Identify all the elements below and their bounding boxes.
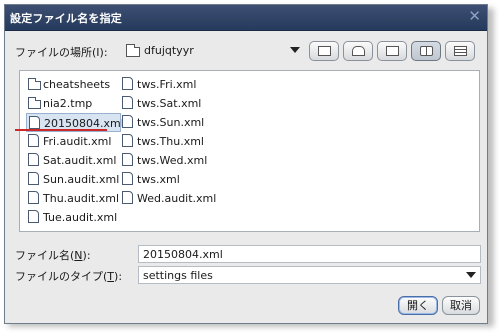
list-item-label: Fri.audit.xml: [43, 135, 112, 148]
folder-icon: [126, 44, 140, 57]
details-view-icon: [454, 46, 467, 56]
file-icon: [28, 210, 39, 223]
list-item-label: Tue.audit.xml: [43, 211, 118, 224]
file-icon: [122, 153, 133, 166]
chevron-down-icon[interactable]: [466, 272, 476, 278]
up-folder-icon: [318, 46, 331, 56]
location-combobox[interactable]: dfujqtyyr: [122, 41, 306, 61]
file-icon: [28, 172, 39, 185]
file-chooser-dialog: 設定ファイル名を指定 ✕ ファイルの場所(I): dfujqtyyr cheat…: [4, 4, 488, 324]
list-item[interactable]: Thu.audit.xml: [26, 189, 122, 208]
list-item-label: nia2.tmp: [43, 97, 93, 110]
home-button[interactable]: [343, 41, 373, 61]
file-icon: [122, 77, 133, 90]
list-view-button[interactable]: [411, 41, 441, 61]
list-item-label: tws.xml: [137, 173, 180, 186]
filename-label: ファイル名(N):: [15, 249, 91, 262]
list-item[interactable]: cheatsheets: [26, 75, 122, 94]
list-item[interactable]: tws.Sun.xml: [120, 113, 230, 132]
folder-icon: [28, 78, 41, 90]
list-item[interactable]: tws.Sat.xml: [120, 94, 230, 113]
file-icon: [29, 116, 40, 129]
home-icon: [352, 46, 365, 56]
location-label: ファイルの場所(I):: [15, 46, 108, 59]
new-folder-icon: [386, 46, 399, 56]
chevron-down-icon[interactable]: [290, 47, 300, 53]
list-item-label: tws.Wed.xml: [137, 154, 208, 167]
list-item-label: Sat.audit.xml: [43, 154, 117, 167]
filename-input[interactable]: 20150804.xml: [138, 245, 481, 263]
file-icon: [122, 96, 133, 109]
filetype-select[interactable]: settings files: [138, 266, 481, 284]
list-view-icon: [420, 46, 433, 56]
list-item[interactable]: tws.xml: [120, 170, 230, 189]
list-item[interactable]: tws.Wed.xml: [120, 151, 230, 170]
filetype-value: settings files: [143, 269, 213, 282]
file-icon: [122, 172, 133, 185]
file-icon: [122, 115, 133, 128]
list-item-label: Sun.audit.xml: [43, 173, 120, 186]
cancel-button[interactable]: 取消: [442, 296, 480, 315]
list-item-label: cheatsheets: [43, 78, 111, 91]
list-item[interactable]: tws.Thu.xml: [120, 132, 230, 151]
list-item-label: tws.Thu.xml: [137, 135, 204, 148]
open-button[interactable]: 開く: [398, 296, 438, 315]
file-list[interactable]: cheatsheets nia2.tmp 20150804.xml Fri.au…: [19, 70, 480, 232]
list-item-label: tws.Fri.xml: [137, 78, 197, 91]
file-icon: [122, 134, 133, 147]
selection-underline-annotation: [15, 129, 107, 131]
list-item[interactable]: Sun.audit.xml: [26, 170, 122, 189]
up-one-level-button[interactable]: [309, 41, 339, 61]
file-icon: [28, 134, 39, 147]
filetype-label: ファイルのタイプ(T):: [15, 270, 123, 283]
list-item-label: tws.Sat.xml: [137, 97, 202, 110]
list-item[interactable]: nia2.tmp: [26, 94, 122, 113]
details-view-button[interactable]: [445, 41, 475, 61]
list-item[interactable]: Fri.audit.xml: [26, 132, 122, 151]
list-item[interactable]: Wed.audit.xml: [120, 189, 230, 208]
list-item-label: tws.Sun.xml: [137, 116, 205, 129]
new-folder-button[interactable]: [377, 41, 407, 61]
file-icon: [28, 153, 39, 166]
list-item-label: Wed.audit.xml: [137, 192, 217, 205]
location-value: dfujqtyyr: [144, 44, 194, 57]
file-icon: [122, 191, 133, 204]
title-bar[interactable]: 設定ファイル名を指定 ✕: [5, 5, 487, 31]
list-item[interactable]: Sat.audit.xml: [26, 151, 122, 170]
file-icon: [28, 191, 39, 204]
folder-icon: [28, 97, 41, 109]
list-item-label: Thu.audit.xml: [43, 192, 120, 205]
dialog-title: 設定ファイル名を指定: [10, 12, 122, 25]
list-item[interactable]: Tue.audit.xml: [26, 208, 122, 227]
list-item[interactable]: tws.Fri.xml: [120, 75, 230, 94]
close-icon[interactable]: ✕: [468, 8, 481, 24]
